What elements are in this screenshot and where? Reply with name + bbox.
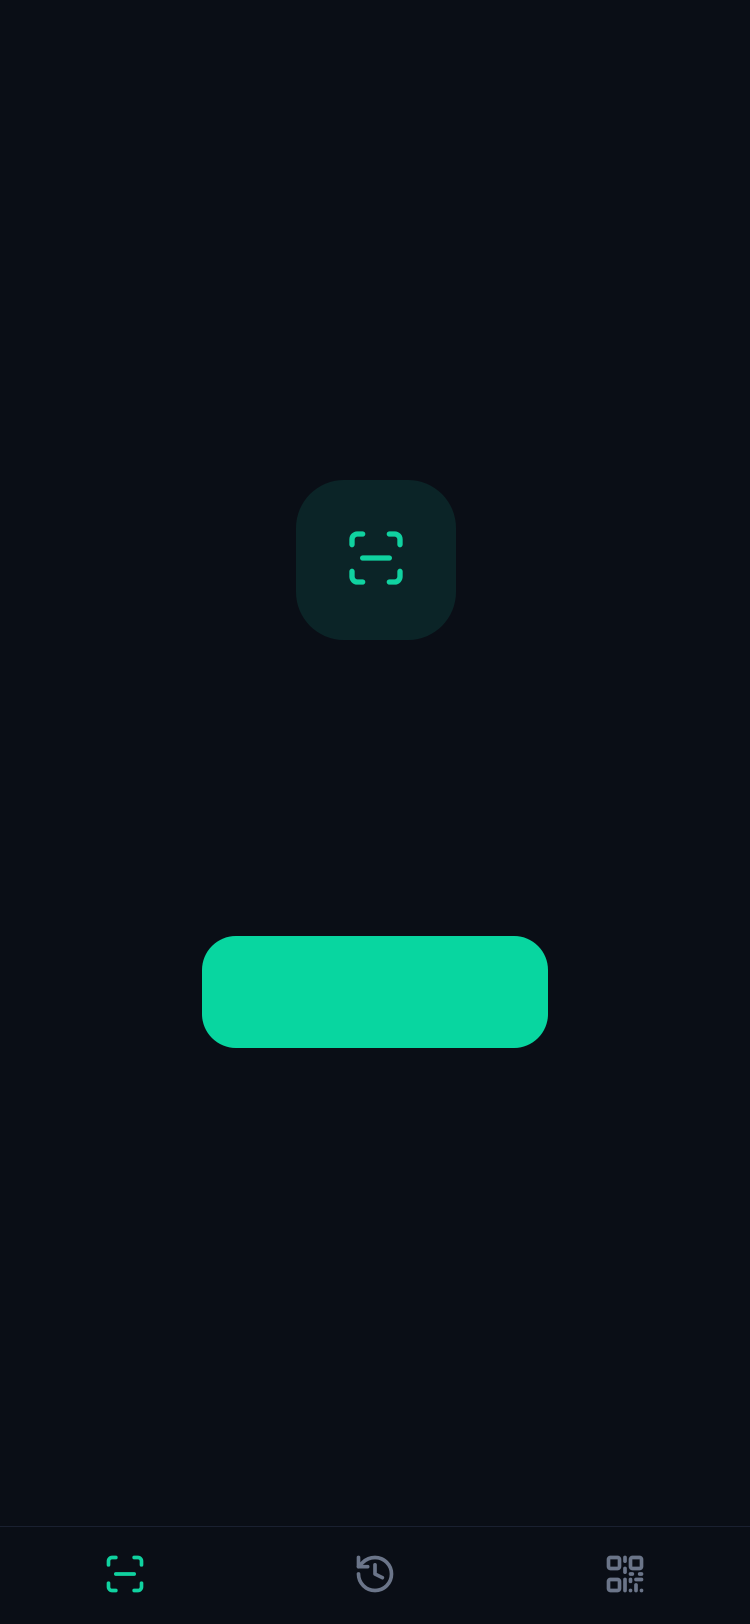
nav-item-qr-code[interactable] xyxy=(500,1527,750,1624)
hero-scan-tile xyxy=(296,480,456,640)
scanner-screen xyxy=(0,0,750,1624)
history-icon xyxy=(353,1552,397,1601)
qr-code-icon xyxy=(603,1552,647,1601)
bottom-nav xyxy=(0,1526,750,1624)
nav-item-scan[interactable] xyxy=(0,1527,250,1624)
scan-icon xyxy=(344,526,408,595)
scan-icon xyxy=(103,1552,147,1601)
start-scan-button[interactable] xyxy=(202,936,548,1048)
nav-item-history[interactable] xyxy=(250,1527,500,1624)
